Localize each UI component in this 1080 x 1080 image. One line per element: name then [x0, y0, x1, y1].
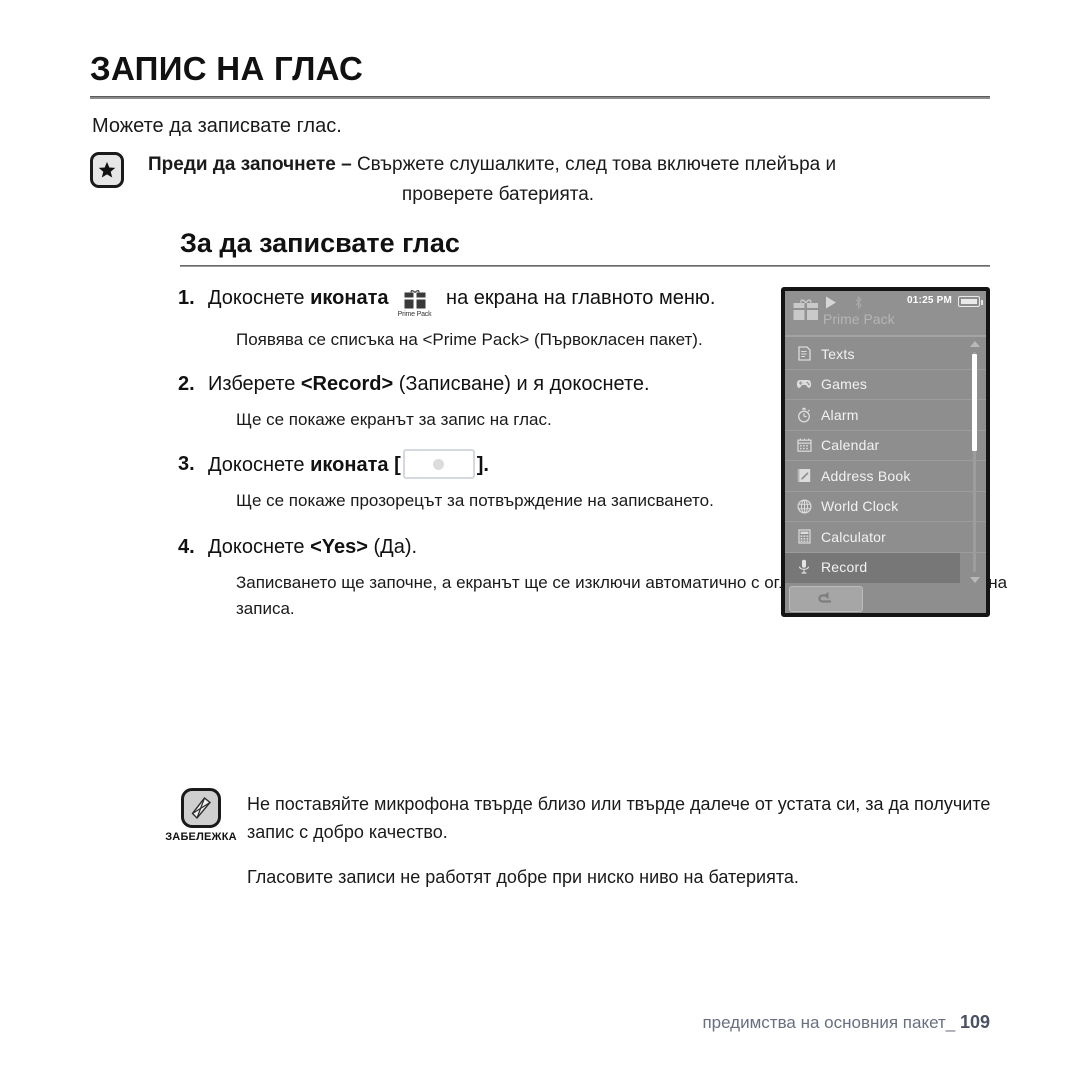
- list-item-texts[interactable]: Texts: [785, 339, 986, 370]
- back-button[interactable]: [789, 586, 863, 612]
- bluetooth-icon: [854, 295, 863, 312]
- note-badge: ЗАБЕЛЕЖКА: [155, 788, 247, 843]
- stopwatch-icon: [793, 407, 815, 423]
- step-1: 1. Докоснете иконата Prime Pack на екрана…: [178, 283, 778, 367]
- footer-text: предимства на основния пакет_: [702, 1013, 956, 1032]
- callout-text: Преди да започнете – Свържете слушалките…: [148, 150, 978, 210]
- before-you-begin-callout: Преди да започнете – Свържете слушалките…: [90, 150, 990, 210]
- list-item-world-clock[interactable]: World Clock: [785, 492, 986, 522]
- device-screenshot: 01:25 PM Prime Pack Texts Games Alarm Ca…: [781, 287, 990, 617]
- step-2-text: Изберете <Record> (Записване) и я докосн…: [208, 369, 778, 399]
- step-4-before: Докоснете: [208, 536, 311, 558]
- step-1-bold: иконата: [310, 287, 389, 309]
- list-item-label: Address Book: [821, 467, 911, 484]
- step-2-before: Изберете: [208, 373, 301, 395]
- step-4-bold: <Yes>: [310, 536, 368, 558]
- page-title: ЗАПИС НА ГЛАС: [90, 50, 364, 87]
- callout-lead: Преди да започнете –: [148, 154, 357, 175]
- note-label: ЗАБЕЛЕЖКА: [165, 831, 237, 843]
- step-3-bracket-close: ].: [476, 454, 489, 476]
- step-1-note: Появява се списъка на <Prime Pack> (Първ…: [236, 330, 703, 349]
- note-text: Не поставяйте микрофона твърде близо или…: [247, 788, 1000, 891]
- manual-page: ЗАПИС НА ГЛАС Можете да записвате глас. …: [0, 0, 1080, 1080]
- addressbook-icon: [793, 468, 815, 483]
- prime-pack-icon-caption: Prime Pack: [397, 311, 432, 318]
- list-item-record[interactable]: Record: [785, 552, 960, 583]
- list-item-label: Record: [821, 559, 868, 576]
- note-block: ЗАБЕЛЕЖКА Не поставяйте микрофона твърде…: [155, 788, 1000, 891]
- section-heading: За да записвате глас: [180, 228, 460, 258]
- list-item-label: Alarm: [821, 406, 859, 423]
- step-2-note: Ще се покаже екранът за запис на глас.: [236, 410, 552, 429]
- prime-pack-icon: Prime Pack: [393, 290, 437, 319]
- step-number: 1.: [178, 287, 195, 309]
- list-item-calendar[interactable]: Calendar: [785, 431, 986, 461]
- step-3-bold: иконата: [310, 454, 389, 476]
- step-3-text: Докоснете иконата [].: [208, 449, 778, 480]
- status-time: 01:25 PM: [907, 295, 952, 306]
- note-line-1: Не поставяйте микрофона твърде близо или…: [247, 794, 991, 842]
- document-icon: [793, 346, 815, 361]
- note-pencil-icon: [181, 788, 221, 828]
- callout-line1: Свържете слушалките, след това включете …: [356, 154, 837, 175]
- device-bottom-bar: [785, 585, 986, 613]
- list-item-calculator[interactable]: Calculator: [785, 522, 986, 553]
- scrollbar[interactable]: [968, 339, 981, 585]
- page-footer: предимства на основния пакет_ 109: [0, 1012, 1080, 1033]
- step-number: 4.: [178, 536, 195, 558]
- step-2: 2. Изберете <Record> (Записване) и я док…: [178, 369, 778, 447]
- step-3-before: Докоснете: [208, 454, 311, 476]
- device-menu-list[interactable]: Texts Games Alarm Calendar Address Book …: [785, 337, 986, 585]
- gift-box-icon: [793, 297, 819, 324]
- note-line-2: Гласовите записи не работят добре при ни…: [247, 867, 799, 887]
- microphone-icon: [793, 559, 815, 575]
- list-item-label: Games: [821, 376, 868, 393]
- page-number: 109: [959, 1012, 990, 1032]
- intro-text: Можете да записвате глас.: [92, 115, 342, 137]
- star-icon: [90, 152, 124, 188]
- breadcrumb: Prime Pack: [823, 311, 895, 327]
- step-1-before: Докоснете: [208, 287, 311, 309]
- list-item-label: Texts: [821, 345, 855, 362]
- title-divider: [90, 96, 990, 99]
- play-icon: [825, 296, 837, 312]
- step-number: 2.: [178, 373, 195, 395]
- battery-full-icon: [958, 296, 983, 307]
- globe-icon: [793, 499, 815, 514]
- chevron-down-icon[interactable]: [970, 577, 980, 583]
- scrollbar-thumb[interactable]: [972, 354, 977, 451]
- step-number: 3.: [178, 453, 195, 475]
- chevron-up-icon[interactable]: [970, 341, 980, 347]
- step-4-after: (Да).: [367, 536, 418, 558]
- list-item-label: Calculator: [821, 528, 887, 545]
- callout-line2: проверете батерията.: [401, 184, 595, 205]
- list-item-alarm[interactable]: Alarm: [785, 400, 986, 431]
- calculator-icon: [793, 529, 815, 544]
- list-item-games[interactable]: Games: [785, 370, 986, 400]
- step-2-bold: <Record>: [300, 373, 394, 395]
- step-1-after: на екрана на главното меню.: [440, 287, 716, 309]
- step-3: 3. Докоснете иконата []. Ще се покаже пр…: [178, 449, 778, 528]
- calendar-icon: [793, 438, 815, 453]
- step-3-note: Ще се покаже прозорецът за потвърждение …: [236, 491, 714, 510]
- list-item-label: Calendar: [821, 437, 880, 454]
- step-4: 4. Докоснете <Yes> (Да). Записването ще …: [178, 532, 1007, 636]
- list-item-address-book[interactable]: Address Book: [785, 461, 986, 492]
- section-divider: [180, 265, 990, 267]
- gamepad-icon: [793, 378, 815, 390]
- back-arrow-icon: [815, 590, 837, 608]
- list-item-label: World Clock: [821, 498, 899, 515]
- record-button-icon: [402, 449, 475, 479]
- step-1-text: Докоснете иконата Prime Pack на екрана на…: [208, 283, 778, 319]
- step-3-bracket-open: [: [394, 454, 401, 476]
- device-status-bar: 01:25 PM Prime Pack: [785, 291, 986, 337]
- steps-list: 1. Докоснете иконата Prime Pack на екрана…: [178, 283, 1007, 638]
- step-2-after: (Записване) и я докоснете.: [393, 373, 650, 395]
